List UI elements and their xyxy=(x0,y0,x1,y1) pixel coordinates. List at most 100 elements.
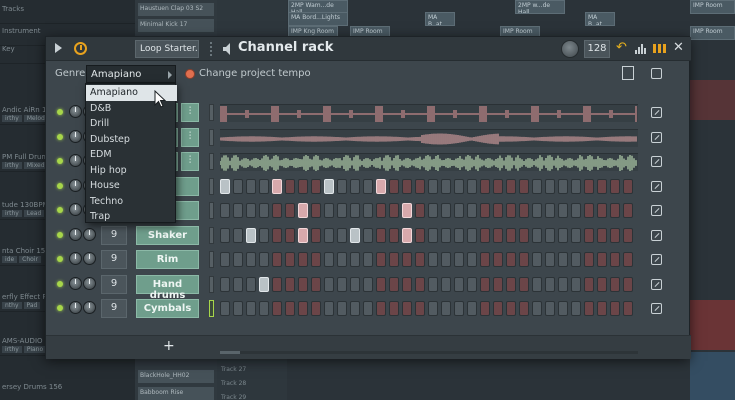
step-button[interactable] xyxy=(298,276,308,292)
step-button[interactable] xyxy=(402,276,412,292)
step-button[interactable] xyxy=(597,178,607,194)
step-button[interactable] xyxy=(389,276,399,292)
step-button[interactable] xyxy=(480,203,490,218)
step-button[interactable] xyxy=(558,227,568,243)
step-button[interactable] xyxy=(233,203,243,218)
waveform-icon[interactable]: ⫶ xyxy=(181,127,199,147)
step-button[interactable] xyxy=(467,203,477,218)
step-button[interactable] xyxy=(480,178,490,194)
step-button[interactable] xyxy=(571,276,581,292)
step-button[interactable] xyxy=(623,276,633,292)
channel-pan-knob[interactable] xyxy=(69,276,82,290)
channel-mixer-route[interactable]: 9 xyxy=(101,274,127,294)
channel-mixer-route[interactable]: 9 xyxy=(101,299,127,318)
step-button[interactable] xyxy=(506,252,516,267)
step-button[interactable] xyxy=(571,227,581,243)
step-button[interactable] xyxy=(246,227,256,243)
channel-edit-icon[interactable] xyxy=(651,156,662,167)
step-button[interactable] xyxy=(285,178,295,194)
channel-name-button[interactable]: Cymbals xyxy=(136,299,199,318)
step-button[interactable] xyxy=(402,203,412,218)
step-button[interactable] xyxy=(220,227,230,243)
step-button[interactable] xyxy=(506,276,516,292)
step-button[interactable] xyxy=(350,227,360,243)
channel-pan-knob[interactable] xyxy=(69,227,82,241)
step-button[interactable] xyxy=(610,301,620,316)
step-button[interactable] xyxy=(467,276,477,292)
step-button[interactable] xyxy=(519,227,529,243)
browser-tag[interactable]: Pad xyxy=(23,302,41,309)
channel-edit-icon[interactable] xyxy=(651,303,662,314)
step-button[interactable] xyxy=(298,301,308,316)
step-button[interactable] xyxy=(350,252,360,267)
step-button[interactable] xyxy=(480,276,490,292)
browser-tag[interactable]: Choir xyxy=(19,256,41,263)
step-button[interactable] xyxy=(246,178,256,194)
channel-mute-led[interactable] xyxy=(57,182,63,189)
step-button[interactable] xyxy=(415,227,425,243)
channel-edit-icon[interactable] xyxy=(651,131,662,143)
step-button[interactable] xyxy=(519,203,529,218)
step-button[interactable] xyxy=(389,227,399,243)
step-button[interactable] xyxy=(558,203,568,218)
add-channel-button[interactable]: + xyxy=(163,338,175,354)
step-button[interactable] xyxy=(441,227,451,243)
step-button[interactable] xyxy=(519,301,529,316)
playlist-clip-red[interactable] xyxy=(690,80,735,120)
step-button[interactable] xyxy=(584,301,594,316)
genre-select[interactable]: Amapiano xyxy=(86,65,176,83)
step-button[interactable] xyxy=(376,203,386,218)
step-button[interactable] xyxy=(480,227,490,243)
track-label[interactable]: Track 29 xyxy=(221,394,281,400)
step-button[interactable] xyxy=(389,252,399,267)
step-button[interactable] xyxy=(597,301,607,316)
step-button[interactable] xyxy=(610,276,620,292)
step-button[interactable] xyxy=(376,227,386,243)
step-button[interactable] xyxy=(415,276,425,292)
channel-group-icon[interactable] xyxy=(622,66,634,80)
pattern-block[interactable]: Minimal Kick 17 xyxy=(138,19,214,32)
step-button[interactable] xyxy=(558,276,568,292)
channel-pan-knob[interactable] xyxy=(69,301,82,314)
step-button[interactable] xyxy=(272,203,282,218)
step-button[interactable] xyxy=(532,276,542,292)
channel-pan-knob[interactable] xyxy=(69,178,82,192)
browser-item[interactable]: Tracks xyxy=(0,2,135,24)
step-button[interactable] xyxy=(233,252,243,267)
step-button[interactable] xyxy=(272,227,282,243)
step-button[interactable] xyxy=(272,276,282,292)
genre-option[interactable]: Techno xyxy=(86,194,177,210)
step-button[interactable] xyxy=(402,178,412,194)
genre-option[interactable]: Hip hop xyxy=(86,163,177,179)
play-icon[interactable] xyxy=(55,43,62,53)
step-button[interactable] xyxy=(467,301,477,316)
step-button[interactable] xyxy=(259,178,269,194)
step-button[interactable] xyxy=(311,252,321,267)
channel-mute-led[interactable] xyxy=(57,207,63,213)
step-button[interactable] xyxy=(415,252,425,267)
clock-icon[interactable] xyxy=(74,42,87,55)
step-button[interactable] xyxy=(532,227,542,243)
browser-tag[interactable]: irthy xyxy=(2,210,22,217)
step-button[interactable] xyxy=(584,227,594,243)
step-button[interactable] xyxy=(610,227,620,243)
step-button[interactable] xyxy=(376,252,386,267)
channel-pan-knob[interactable] xyxy=(69,252,82,265)
channel-select-bar[interactable] xyxy=(209,104,214,121)
step-button[interactable] xyxy=(350,276,360,292)
browser-tag[interactable]: ide xyxy=(2,256,18,263)
waveform-icon[interactable]: ⫶ xyxy=(181,103,199,122)
step-button[interactable] xyxy=(532,252,542,267)
step-button[interactable] xyxy=(363,252,373,267)
step-button[interactable] xyxy=(623,227,633,243)
step-button[interactable] xyxy=(532,301,542,316)
step-button[interactable] xyxy=(285,203,295,218)
channel-pan-knob[interactable] xyxy=(69,105,82,118)
step-button[interactable] xyxy=(584,203,594,218)
step-button[interactable] xyxy=(415,301,425,316)
step-button[interactable] xyxy=(337,252,347,267)
step-button[interactable] xyxy=(233,301,243,316)
step-button[interactable] xyxy=(467,252,477,267)
channel-edit-icon[interactable] xyxy=(651,107,662,118)
step-button[interactable] xyxy=(246,252,256,267)
